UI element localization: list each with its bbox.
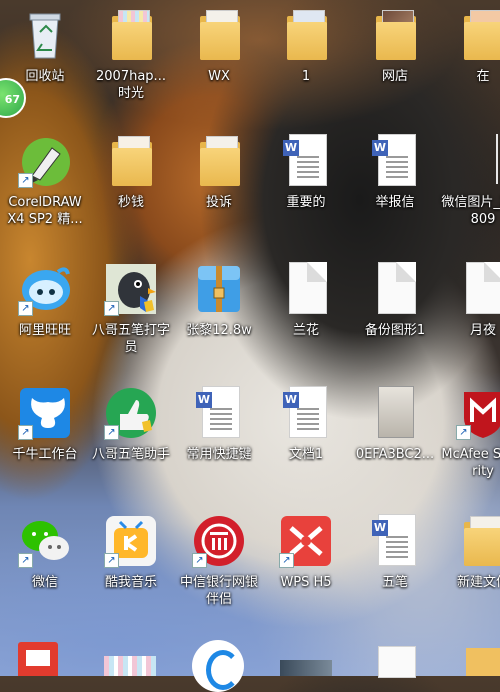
desktop-icon-folder-2007hap[interactable]: 2007hap... 时光 — [88, 2, 174, 112]
desktop-icon-label: WX — [208, 69, 230, 84]
desktop-icon-doc-zhongyaode[interactable]: W 重要的 — [263, 128, 349, 238]
desktop-icon-mcafee[interactable]: ↗ McAfee Security — [440, 380, 500, 490]
desktop-icon-label: 备份图形1 — [364, 323, 426, 338]
desktop-icon-doc-wubi[interactable]: W 五笔 — [352, 508, 438, 618]
desktop-icon-label: 秒钱 — [117, 195, 144, 210]
coreldraw-icon: ↗ — [18, 134, 72, 188]
desktop-icon-wechat[interactable]: ↗ 微信 — [2, 508, 88, 618]
desktop-icon-label: 中信银行网银伴侣 — [179, 575, 258, 607]
archive-icon — [192, 262, 246, 316]
desktop-icon-bage-wubi[interactable]: ↗ 八哥五笔打字员 — [88, 256, 174, 366]
desktop-icon-label: 千牛工作台 — [12, 447, 78, 462]
desktop-icon-label: 2007hap... 时光 — [96, 69, 166, 101]
desktop-icon-partial-4[interactable] — [280, 660, 332, 676]
word-document-icon: W — [279, 134, 333, 188]
desktop-icon-partial-3[interactable] — [192, 640, 244, 692]
kuwo-music-icon: ↗ — [104, 514, 158, 568]
folder-icon — [368, 8, 422, 62]
word-document-icon: W — [368, 134, 422, 188]
desktop-icon-aliwangwang[interactable]: ↗ 阿里旺旺 — [2, 256, 88, 366]
desktop-icon-bage-helper[interactable]: ↗ 八哥五笔助手 — [88, 380, 174, 490]
desktop-icon-folder-tousu[interactable]: 投诉 — [176, 128, 262, 238]
desktop-icon-label: 五笔 — [381, 575, 408, 590]
citic-bank-icon: ↗ — [192, 514, 246, 568]
folder-icon — [192, 134, 246, 188]
folder-icon — [104, 134, 158, 188]
desktop-icon-label: 网店 — [381, 69, 408, 84]
mcafee-shield-icon: ↗ — [456, 386, 500, 440]
desktop-icon-photo-0efa[interactable]: 0EFA3BC2... — [352, 380, 438, 490]
desktop-icon-label: 重要的 — [286, 195, 326, 210]
wechat-icon: ↗ — [18, 514, 72, 568]
desktop-icon-label: 张黎12.8w — [186, 323, 252, 338]
desktop-icon-folder-zai[interactable]: 在 — [440, 2, 500, 112]
blank-file-icon — [368, 262, 422, 316]
desktop-icon-wps-h5[interactable]: ↗ WPS H5 — [263, 508, 349, 618]
desktop-icon-label: 在 — [476, 69, 490, 84]
desktop-icon-zip-zhangli[interactable]: 张黎12.8w — [176, 256, 262, 366]
desktop-icon-folder-wx[interactable]: WX — [176, 2, 262, 112]
desktop-icon-file-yueye[interactable]: 月夜 — [440, 256, 500, 366]
desktop-icon-label: 文档1 — [288, 447, 324, 462]
desktop-icon-label: 阿里旺旺 — [18, 323, 71, 338]
badge-count: 67 — [4, 93, 20, 106]
desktop-icon-label: 举报信 — [375, 195, 415, 210]
desktop-icon-label: 兰花 — [292, 323, 319, 338]
desktop-icon-label: 酷我音乐 — [104, 575, 157, 590]
desktop-icon-partial-5[interactable] — [378, 646, 416, 678]
desktop-icon-label: WPS H5 — [280, 575, 332, 590]
desktop-icon-label: 八哥五笔助手 — [91, 447, 170, 462]
folder-icon — [104, 8, 158, 62]
desktop-icon-label: 新建文件 — [456, 575, 500, 590]
desktop-icon-image-weixin[interactable]: 微信图片_201809 — [440, 128, 500, 238]
desktop-icon-folder-1[interactable]: 1 — [263, 2, 349, 112]
desktop-icon-file-lanhua[interactable]: 兰花 — [263, 256, 349, 366]
desktop-icon-label: 投诉 — [205, 195, 232, 210]
photo-thumbnail-icon — [368, 386, 422, 440]
blank-file-icon — [456, 262, 500, 316]
desktop-icon-partial-2[interactable] — [104, 656, 156, 676]
desktop-icon-doc-jubaoxin[interactable]: W 举报信 — [352, 128, 438, 238]
thumbs-up-icon: ↗ — [104, 386, 158, 440]
word-document-icon: W — [368, 514, 422, 568]
desktop-icon-partial-6[interactable] — [466, 648, 500, 676]
desktop-icon-partial-1[interactable] — [18, 642, 58, 676]
wps-h5-icon: ↗ — [279, 514, 333, 568]
desktop-icon-label: 0EFA3BC2... — [355, 447, 435, 462]
qianniu-icon: ↗ — [18, 386, 72, 440]
desktop-icon-kuwo[interactable]: ↗ 酷我音乐 — [88, 508, 174, 618]
desktop-icon-label: McAfee Security — [441, 447, 500, 479]
folder-icon — [456, 8, 500, 62]
recycle-bin-icon — [18, 8, 72, 62]
image-file-icon — [456, 134, 500, 188]
desktop-icon-label: 八哥五笔打字员 — [91, 323, 170, 355]
desktop-icon-label: 常用快捷键 — [186, 447, 252, 462]
desktop-icon-qianniu[interactable]: ↗ 千牛工作台 — [2, 380, 88, 490]
desktop-icon-label: 微信 — [31, 575, 58, 590]
desktop-icon-label: 1 — [301, 69, 311, 84]
folder-icon — [456, 514, 500, 568]
desktop-icon-file-beifen[interactable]: 备份图形1 — [352, 256, 438, 366]
desktop-icon-citic-bank[interactable]: ↗ 中信银行网银伴侣 — [176, 508, 262, 618]
folder-icon — [192, 8, 246, 62]
word-document-icon: W — [192, 386, 246, 440]
folder-icon — [279, 8, 333, 62]
desktop-icon-label: 月夜 — [469, 323, 496, 338]
desktop-icon-doc-wendang1[interactable]: W 文档1 — [263, 380, 349, 490]
blank-file-icon — [279, 262, 333, 316]
desktop-icon-doc-kuaijiejian[interactable]: W 常用快捷键 — [176, 380, 262, 490]
bird-app-icon: ↗ — [104, 262, 158, 316]
desktop-icon-label: CorelDRAW X4 SP2 精... — [7, 195, 83, 227]
desktop-icon-label: 微信图片_201809 — [441, 195, 500, 227]
desktop-icon-folder-new[interactable]: 新建文件 — [440, 508, 500, 618]
desktop-icon-folder-wangdian[interactable]: 网店 — [352, 2, 438, 112]
desktop-icon-coreldraw[interactable]: ↗ CorelDRAW X4 SP2 精... — [2, 128, 88, 238]
word-document-icon: W — [279, 386, 333, 440]
desktop-icon-folder-miaoqian[interactable]: 秒钱 — [88, 128, 174, 238]
aliwangwang-icon: ↗ — [18, 262, 72, 316]
